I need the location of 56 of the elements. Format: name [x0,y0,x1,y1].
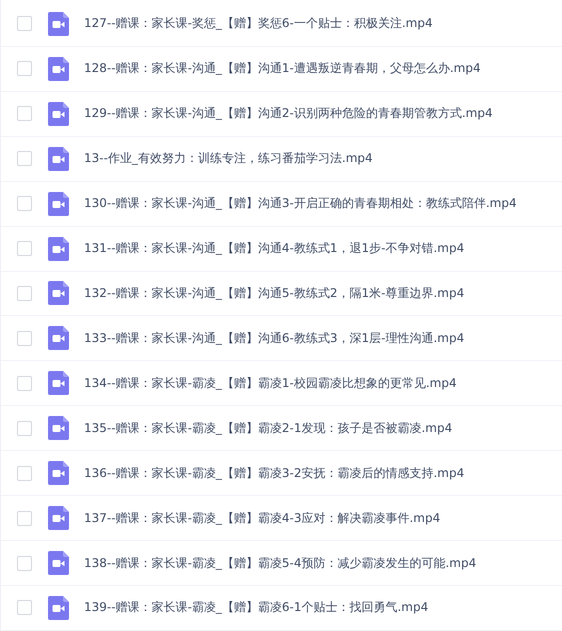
file-row[interactable]: 138--赠课：家长课-霸凌_【赠】霸凌5-4预防：减少霸凌发生的可能.mp4 [1,541,562,586]
checkbox[interactable] [17,466,32,481]
video-file-icon [48,12,69,36]
file-row[interactable]: 139--赠课：家长课-霸凌_【赠】霸凌6-1个贴士：找回勇气.mp4 [1,586,562,631]
file-name: 136--赠课：家长课-霸凌_【赠】霸凌3-2安抚：霸凌后的情感支持.mp4 [84,464,464,482]
file-row[interactable]: 130--赠课：家长课-沟通_【赠】沟通3-开启正确的青春期相处：教练式陪伴.mp4 [1,182,562,227]
video-file-icon [48,326,69,350]
checkbox[interactable] [17,556,32,571]
file-row[interactable]: 13--作业_有效努力：训练专注，练习番茄学习法.mp4 [1,136,562,182]
checkbox[interactable] [17,330,32,346]
file-name: 130--赠课：家长课-沟通_【赠】沟通3-开启正确的青春期相处：教练式陪伴.mp4 [84,195,517,212]
file-row[interactable]: 129--赠课：家长课-沟通_【赠】沟通2-识别两种危险的青春期管教方式.mp4 [1,92,562,137]
file-row[interactable]: 128--赠课：家长课-沟通_【赠】沟通1-遭遇叛逆青春期，父母怎么办.mp4 [1,46,562,92]
video-file-icon [48,192,69,216]
file-name: 134--赠课：家长课-霸凌_【赠】霸凌1-校园霸凌比想象的更常见.mp4 [84,374,457,392]
checkbox[interactable] [17,16,32,32]
file-row[interactable]: 131--赠课：家长课-沟通_【赠】沟通4-教练式1，退1步-不争对错.mp4 [1,226,562,272]
checkbox[interactable] [17,241,32,256]
checkbox[interactable] [17,286,32,301]
video-file-icon [48,551,69,576]
checkbox[interactable] [17,151,32,166]
video-file-icon [48,146,69,171]
checkbox[interactable] [17,420,32,436]
video-file-icon [48,596,69,620]
video-file-icon [48,416,69,440]
video-file-icon [48,281,69,306]
checkbox[interactable] [17,196,32,212]
video-file-icon [48,236,69,261]
file-name: 13--作业_有效努力：训练专注，练习番茄学习法.mp4 [84,150,373,168]
checkbox[interactable] [17,510,32,526]
file-name: 129--赠课：家长课-沟通_【赠】沟通2-识别两种危险的青春期管教方式.mp4 [84,105,493,122]
file-name: 135--赠课：家长课-霸凌_【赠】霸凌2-1发现：孩子是否被霸凌.mp4 [84,420,452,437]
video-file-icon [48,371,69,396]
file-row[interactable]: 134--赠课：家长课-霸凌_【赠】霸凌1-校园霸凌比想象的更常见.mp4 [1,361,562,406]
checkbox[interactable] [17,600,32,616]
file-row[interactable]: 133--赠课：家长课-沟通_【赠】沟通6-教练式3，深1层-理性沟通.mp4 [1,316,562,362]
file-name: 132--赠课：家长课-沟通_【赠】沟通5-教练式2，隔1米-尊重边界.mp4 [84,284,464,302]
file-row[interactable]: 137--赠课：家长课-霸凌_【赠】霸凌4-3应对：解决霸凌事件.mp4 [1,496,562,542]
checkbox[interactable] [17,106,32,122]
file-name: 133--赠课：家长课-沟通_【赠】沟通6-教练式3，深1层-理性沟通.mp4 [84,330,464,347]
video-file-icon [48,102,69,126]
file-row[interactable]: 127--赠课：家长课-奖惩_【赠】奖惩6-一个贴士：积极关注.mp4 [1,2,562,47]
file-name: 139--赠课：家长课-霸凌_【赠】霸凌6-1个贴士：找回勇气.mp4 [84,599,428,616]
file-name: 131--赠课：家长课-沟通_【赠】沟通4-教练式1，退1步-不争对错.mp4 [84,240,464,258]
file-row[interactable]: 136--赠课：家长课-霸凌_【赠】霸凌3-2安抚：霸凌后的情感支持.mp4 [1,451,562,496]
video-file-icon [48,506,69,530]
file-name: 137--赠课：家长课-霸凌_【赠】霸凌4-3应对：解决霸凌事件.mp4 [84,510,440,527]
file-name: 127--赠课：家长课-奖惩_【赠】奖惩6-一个贴士：积极关注.mp4 [84,15,433,32]
file-row[interactable]: 132--赠课：家长课-沟通_【赠】沟通5-教练式2，隔1米-尊重边界.mp4 [1,272,562,316]
video-file-icon [48,56,69,81]
file-row[interactable]: 135--赠课：家长课-霸凌_【赠】霸凌2-1发现：孩子是否被霸凌.mp4 [1,406,562,452]
checkbox[interactable] [17,376,32,391]
checkbox[interactable] [17,61,32,76]
file-name: 138--赠课：家长课-霸凌_【赠】霸凌5-4预防：减少霸凌发生的可能.mp4 [84,554,476,572]
video-file-icon [48,461,69,486]
file-name: 128--赠课：家长课-沟通_【赠】沟通1-遭遇叛逆青春期，父母怎么办.mp4 [84,60,481,78]
